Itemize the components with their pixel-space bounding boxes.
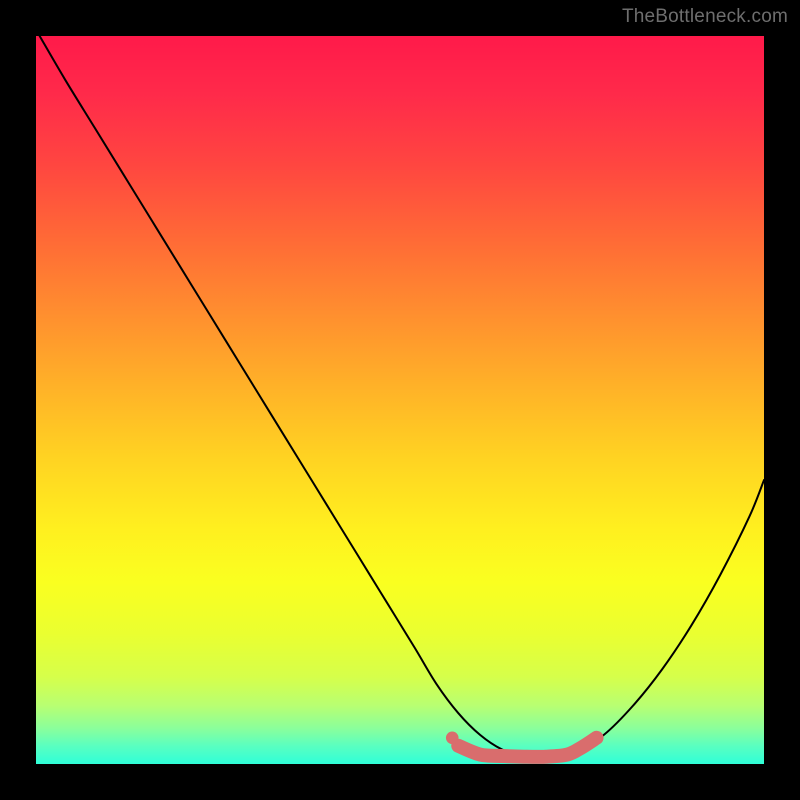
series-optimal-zone <box>458 738 596 757</box>
chart-frame: TheBottleneck.com <box>0 0 800 800</box>
series-bottleneck-curve <box>40 36 764 757</box>
plot-area <box>36 36 764 764</box>
optimal-zone-start-dot <box>446 732 459 745</box>
watermark-text: TheBottleneck.com <box>622 6 788 28</box>
curve-layer <box>36 36 764 764</box>
